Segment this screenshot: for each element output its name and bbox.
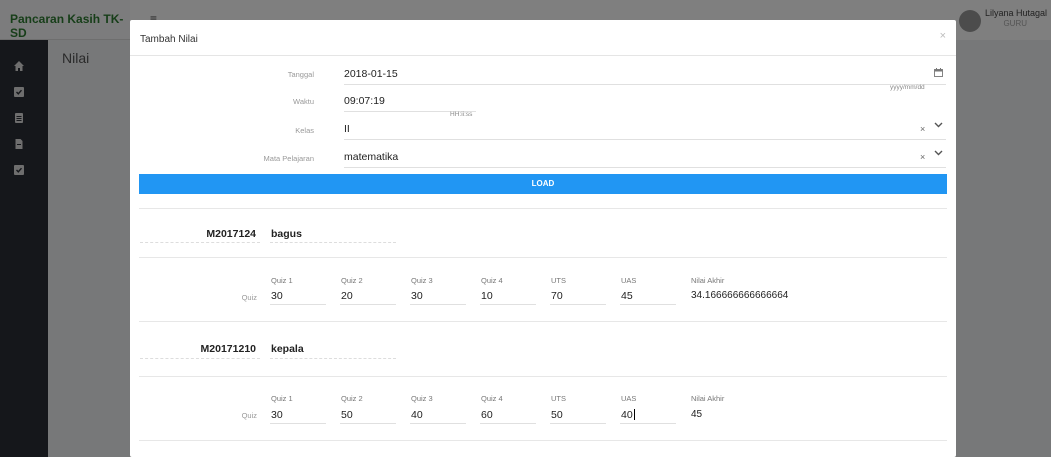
student-id: M20171210 — [200, 343, 256, 355]
mapel-underline — [344, 167, 946, 168]
quiz-row-label: Quiz — [241, 293, 257, 302]
divider — [139, 376, 947, 377]
waktu-input[interactable]: 09:07:19 — [344, 95, 385, 107]
divider — [139, 257, 947, 258]
clear-icon[interactable]: × — [920, 124, 925, 134]
kelas-underline — [344, 139, 946, 140]
chevron-down-icon[interactable] — [934, 120, 943, 132]
modal-header: Tambah Nilai × — [130, 20, 956, 56]
nilai-akhir-value: 34.166666666666664 — [691, 290, 789, 301]
uas-input-value: 40 — [621, 409, 633, 421]
uas-underline — [620, 304, 676, 305]
quiz4-underline — [480, 304, 536, 305]
close-icon[interactable]: × — [940, 30, 946, 42]
column-header-quiz3: Quiz 3 — [411, 394, 433, 403]
modal-title: Tambah Nilai — [140, 34, 198, 45]
column-header-uas: UAS — [621, 276, 637, 285]
waktu-hint: HH:ii:ss — [450, 111, 473, 118]
quiz4-input[interactable]: 10 — [481, 290, 493, 302]
column-header-quiz1: Quiz 1 — [271, 394, 293, 403]
tanggal-input[interactable]: 2018-01-15 — [344, 68, 398, 80]
divider — [139, 321, 947, 322]
uas-input[interactable]: 40 — [621, 409, 635, 421]
column-header-nilai-akhir: Nilai Akhir — [691, 276, 725, 285]
divider — [139, 440, 947, 441]
quiz2-underline — [340, 304, 396, 305]
student-name: bagus — [271, 228, 302, 240]
nilai-akhir-value: 45 — [691, 409, 703, 420]
student-name: kepala — [271, 343, 304, 355]
waktu-label: Waktu — [293, 97, 314, 106]
column-header-uts: UTS — [551, 276, 566, 285]
column-header-uts: UTS — [551, 394, 566, 403]
student-id-dash — [140, 242, 260, 243]
mapel-label: Mata Pelajaran — [263, 154, 314, 163]
quiz2-input[interactable]: 50 — [341, 409, 353, 421]
quiz-row-label: Quiz — [241, 411, 257, 420]
column-header-nilai-akhir: Nilai Akhir — [691, 394, 725, 403]
tanggal-label: Tanggal — [287, 70, 314, 79]
student-id-dash — [140, 358, 260, 359]
quiz3-input[interactable]: 40 — [411, 409, 423, 421]
quiz1-input[interactable]: 30 — [271, 409, 283, 421]
tanggal-hint: yyyy/mm/dd — [890, 84, 925, 91]
column-header-quiz2: Quiz 2 — [341, 394, 363, 403]
uts-underline — [550, 304, 606, 305]
text-cursor — [633, 409, 635, 420]
uas-input[interactable]: 45 — [621, 290, 633, 302]
mapel-select[interactable]: matematika — [344, 151, 398, 163]
clear-icon[interactable]: × — [920, 152, 925, 162]
calendar-icon[interactable] — [934, 68, 943, 80]
quiz4-input[interactable]: 60 — [481, 409, 493, 421]
load-button[interactable]: LOAD — [139, 174, 947, 194]
kelas-select[interactable]: II — [344, 123, 350, 135]
quiz3-input[interactable]: 30 — [411, 290, 423, 302]
quiz4-underline — [480, 423, 536, 424]
column-header-quiz4: Quiz 4 — [481, 276, 503, 285]
student-name-dash — [270, 242, 396, 243]
chevron-down-icon[interactable] — [934, 148, 943, 160]
quiz2-underline — [340, 423, 396, 424]
column-header-uas: UAS — [621, 394, 637, 403]
quiz3-underline — [410, 423, 466, 424]
student-id: M2017124 — [206, 228, 256, 240]
quiz1-input[interactable]: 30 — [271, 290, 283, 302]
student-name-dash — [270, 358, 396, 359]
column-header-quiz2: Quiz 2 — [341, 276, 363, 285]
uas-underline — [620, 423, 676, 424]
uts-input[interactable]: 70 — [551, 290, 563, 302]
quiz3-underline — [410, 304, 466, 305]
column-header-quiz3: Quiz 3 — [411, 276, 433, 285]
column-header-quiz4: Quiz 4 — [481, 394, 503, 403]
quiz1-underline — [270, 423, 326, 424]
tambah-nilai-modal: Tambah Nilai × Tanggal 2018-01-15 yyyy/m… — [130, 20, 956, 457]
divider — [139, 208, 947, 209]
uts-input[interactable]: 50 — [551, 409, 563, 421]
tanggal-underline — [344, 84, 946, 85]
uts-underline — [550, 423, 606, 424]
kelas-label: Kelas — [295, 126, 314, 135]
quiz2-input[interactable]: 20 — [341, 290, 353, 302]
quiz1-underline — [270, 304, 326, 305]
column-header-quiz1: Quiz 1 — [271, 276, 293, 285]
